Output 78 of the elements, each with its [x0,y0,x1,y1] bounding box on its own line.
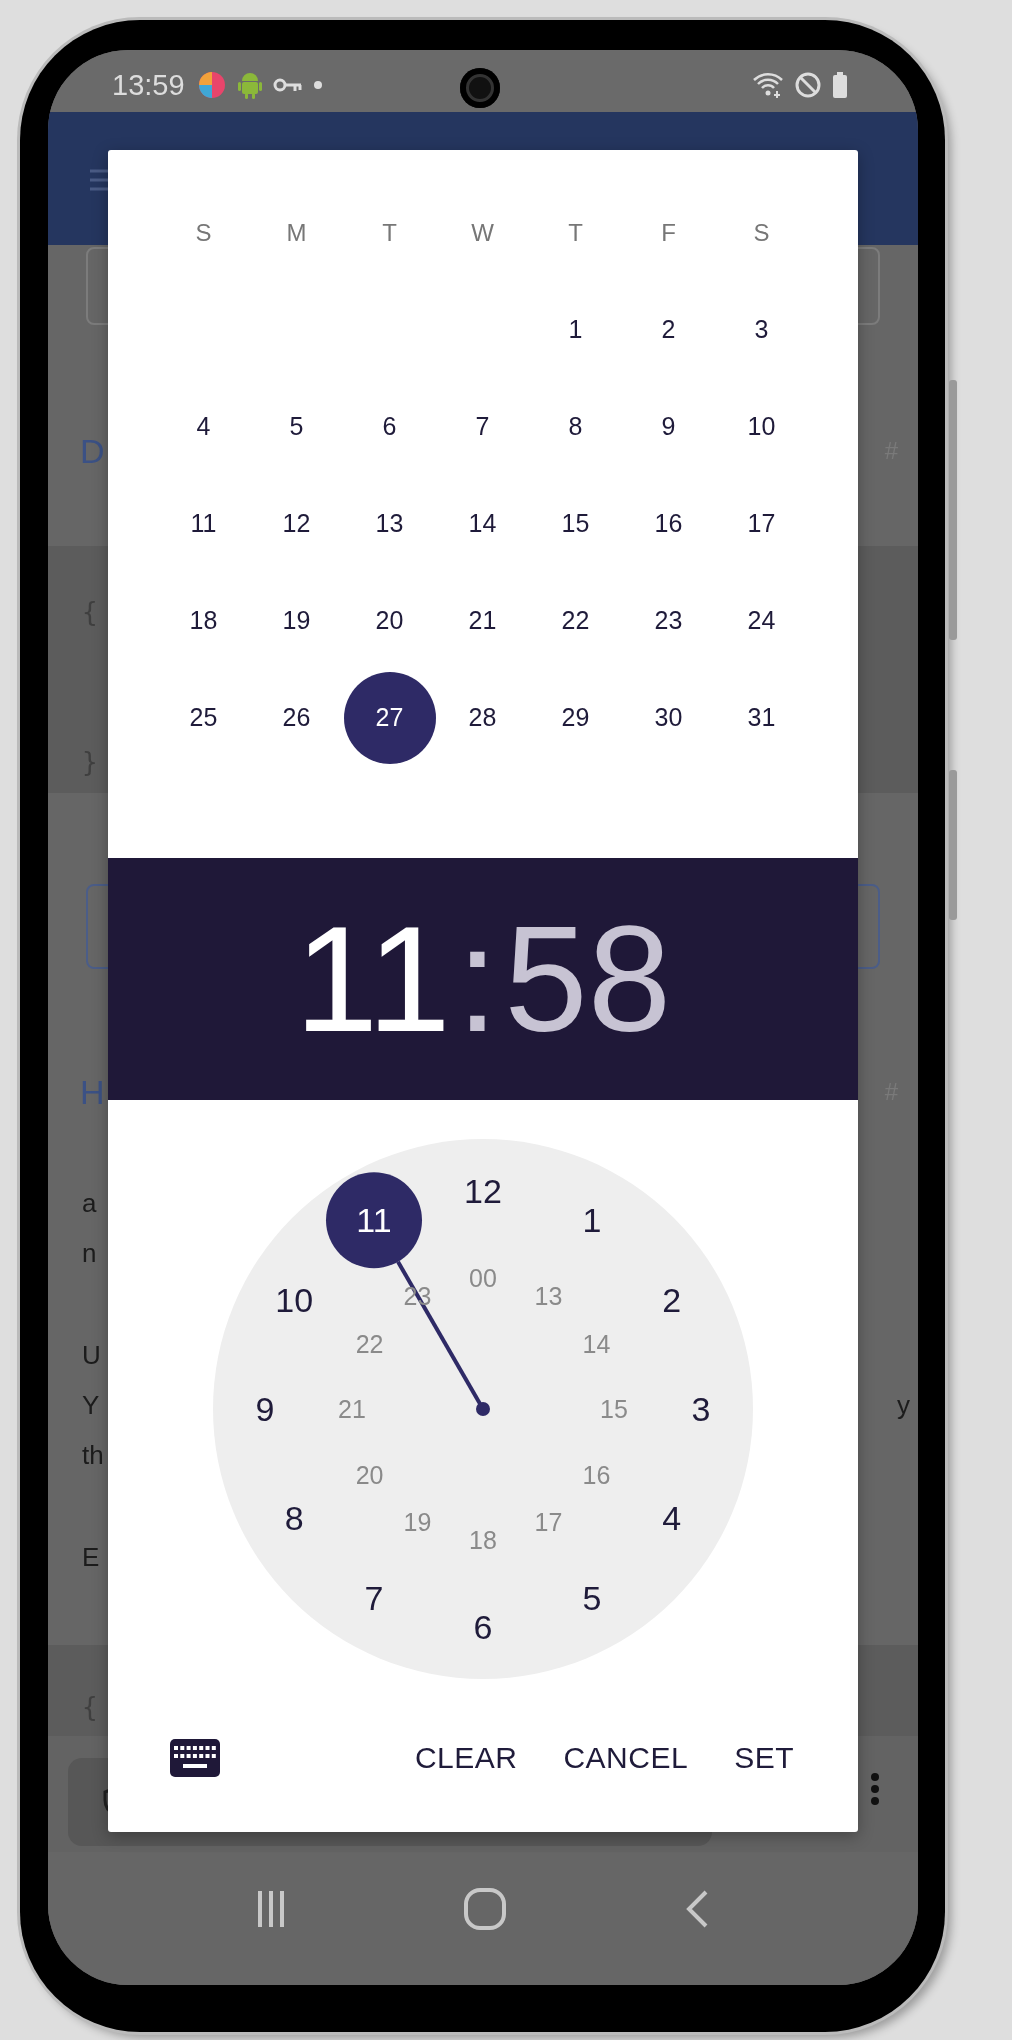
dialog-button[interactable]: CANCEL [557,1727,695,1789]
hour-number[interactable]: 4 [662,1499,682,1537]
paragraph-text: y [897,1389,910,1421]
clock-face[interactable] [213,1139,753,1679]
weekday-label: S [753,218,770,247]
hour-number[interactable]: 6 [473,1608,493,1646]
calendar-day[interactable]: 9 [622,380,715,473]
paragraph-text: U [82,1339,101,1371]
paragraph-text: Y [82,1389,100,1421]
calendar-day[interactable]: 25 [157,671,250,764]
calendar-day[interactable]: 14 [436,477,529,570]
calendar-day[interactable]: 2 [622,283,715,376]
paragraph-text: a [82,1187,97,1219]
app-icon [196,70,227,100]
paragraph-text: E [82,1541,100,1573]
weekday-label: M [286,218,307,247]
more-icon[interactable] [870,1772,880,1806]
calendar-day[interactable]: 19 [250,574,343,667]
dialog-button[interactable]: SET [728,1727,800,1789]
hour-number[interactable]: 11 [356,1201,392,1240]
battery-icon [832,71,848,99]
calendar-day[interactable]: 10 [715,380,808,473]
calendar-day[interactable]: 20 [343,574,436,667]
minute-display[interactable]: 58 [504,904,672,1054]
calendar-day[interactable]: 16 [622,477,715,570]
weekday-label: F [661,218,676,247]
calendar-day[interactable]: 13 [343,477,436,570]
time-separator: : [456,904,499,1054]
hour-number[interactable]: 7 [364,1578,384,1617]
calendar-day[interactable]: 24 [715,574,808,667]
hour-number[interactable]: 5 [582,1578,602,1617]
hour-number[interactable]: 12 [464,1172,502,1210]
dialog-button[interactable]: CLEAR [408,1727,524,1789]
calendar-day[interactable]: 6 [343,380,436,473]
code-line: } [82,746,98,779]
do-not-disturb-icon [794,71,822,99]
weekday-label: W [471,218,494,247]
calendar-day[interactable]: 21 [436,574,529,667]
calendar-day[interactable]: 27 [343,671,436,764]
calendar-day[interactable]: 17 [715,477,808,570]
hour-display[interactable]: 11 [294,904,451,1054]
hour-number[interactable]: 1 [582,1201,602,1240]
weekday-label: T [382,218,397,247]
code-line: { [82,596,98,629]
recent-apps-icon[interactable] [256,1888,287,1929]
weekday-label: S [195,218,212,247]
calendar-day[interactable]: 26 [250,671,343,764]
calendar-day[interactable]: 23 [622,574,715,667]
calendar-day[interactable]: 18 [157,574,250,667]
calendar-day[interactable]: 22 [529,574,622,667]
calendar-day[interactable]: 3 [715,283,808,376]
keyboard-icon[interactable] [170,1739,220,1777]
calendar-day[interactable]: 31 [715,671,808,764]
android-icon [236,70,263,100]
hour-number[interactable]: 8 [284,1499,304,1537]
weekday-label: T [568,218,583,247]
hour-number[interactable]: 9 [255,1390,275,1428]
calendar-day[interactable]: 29 [529,671,622,764]
calendar-day[interactable]: 4 [157,380,250,473]
calendar-day[interactable]: 8 [529,380,622,473]
calendar-day[interactable]: 7 [436,380,529,473]
paragraph-text: n [82,1237,97,1269]
calendar-day[interactable]: 12 [250,477,343,570]
hour-number[interactable]: 10 [275,1281,314,1319]
home-icon[interactable] [463,1886,507,1931]
dot-icon [312,80,323,90]
paragraph-text: th [82,1439,104,1471]
hour-number[interactable]: 2 [662,1281,682,1319]
code-line: { [82,1691,98,1724]
calendar-day[interactable]: 1 [529,283,622,376]
calendar-day[interactable]: 11 [157,477,250,570]
status-time: 13:59 [112,68,185,102]
hour-number[interactable]: 3 [691,1390,711,1428]
calendar-day[interactable]: 15 [529,477,622,570]
calendar-day[interactable]: 28 [436,671,529,764]
wifi-icon [752,71,784,99]
calendar-day[interactable]: 5 [250,380,343,473]
calendar-day[interactable]: 30 [622,671,715,764]
